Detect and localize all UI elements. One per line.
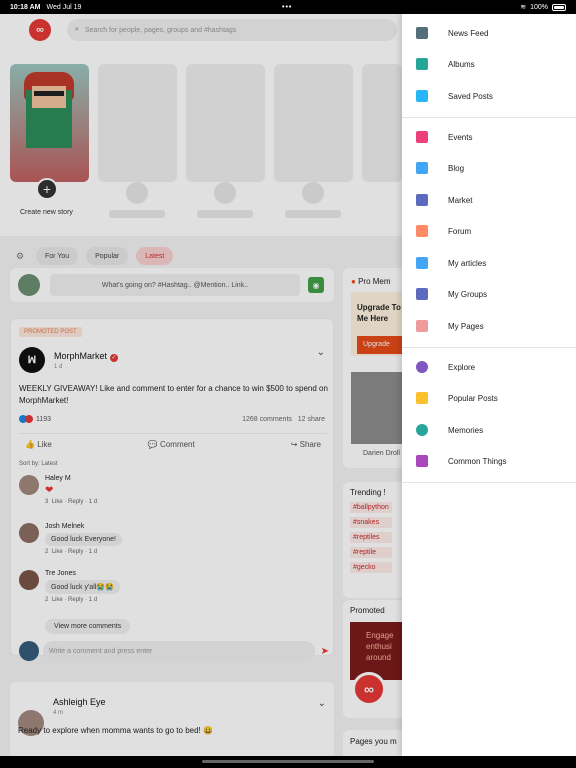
drawer-item-common-things[interactable]: Common Things xyxy=(402,447,576,475)
drawer-item-my-pages[interactable]: My Pages xyxy=(402,312,576,340)
drawer-item-memories[interactable]: Memories xyxy=(402,416,576,444)
drawer-item-label: Memories xyxy=(448,425,484,435)
drawer-item-label: Explore xyxy=(448,362,476,372)
drawer-item-blog[interactable]: Blog xyxy=(402,154,576,182)
popular-icon xyxy=(416,392,428,404)
battery-percent: 100% xyxy=(530,3,548,11)
articles-icon xyxy=(416,257,428,269)
forum-icon xyxy=(416,225,428,237)
battery-icon xyxy=(552,3,566,11)
drawer-overlay[interactable] xyxy=(0,14,402,756)
drawer-item-label: Market xyxy=(448,195,473,205)
status-bar: 10:18 AM Wed Jul 19 ••• ≋ 100% xyxy=(0,0,576,14)
flag-icon xyxy=(416,320,428,332)
drawer-item-events[interactable]: Events xyxy=(402,123,576,151)
wifi-icon: ≋ xyxy=(520,4,527,11)
drawer-item-explore[interactable]: Explore xyxy=(402,353,576,381)
drawer-item-label: Events xyxy=(448,132,473,142)
common-things-icon xyxy=(416,455,428,467)
drawer-item-my-articles[interactable]: My articles xyxy=(402,249,576,277)
drawer-item-forum[interactable]: Forum xyxy=(402,217,576,245)
drawer-item-label: Blog xyxy=(448,163,465,173)
drawer-item-label: Forum xyxy=(448,226,472,236)
side-drawer: News Feed Albums Saved Posts Events Blog… xyxy=(402,14,576,756)
calendar-icon xyxy=(416,131,428,143)
drawer-item-saved-posts[interactable]: Saved Posts xyxy=(402,82,576,110)
multitask-dots-icon[interactable]: ••• xyxy=(282,4,292,11)
app-window: ∞ ⌕ Search for people, pages, groups and… xyxy=(0,14,576,756)
drawer-divider xyxy=(402,117,576,118)
albums-icon xyxy=(416,58,428,70)
drawer-item-label: Popular Posts xyxy=(448,393,498,403)
drawer-item-albums[interactable]: Albums xyxy=(402,50,576,78)
status-time: 10:18 AM xyxy=(10,3,41,11)
drawer-divider xyxy=(402,482,576,483)
drawer-item-label: Albums xyxy=(448,59,475,69)
compass-icon xyxy=(416,361,428,373)
bookmark-icon xyxy=(416,90,428,102)
status-date: Wed Jul 19 xyxy=(46,3,82,11)
drawer-item-popular-posts[interactable]: Popular Posts xyxy=(402,384,576,412)
groups-icon xyxy=(416,288,428,300)
drawer-item-label: My articles xyxy=(448,258,487,268)
drawer-item-my-groups[interactable]: My Groups xyxy=(402,280,576,308)
drawer-item-label: Saved Posts xyxy=(448,91,493,101)
news-feed-icon xyxy=(416,27,428,39)
drawer-item-news-feed[interactable]: News Feed xyxy=(402,19,576,47)
drawer-divider xyxy=(402,347,576,348)
drawer-item-label: My Groups xyxy=(448,289,488,299)
drawer-item-label: News Feed xyxy=(448,28,489,38)
drawer-item-label: My Pages xyxy=(448,321,484,331)
memories-icon xyxy=(416,424,428,436)
blog-icon xyxy=(416,162,428,174)
market-icon xyxy=(416,194,428,206)
home-indicator[interactable] xyxy=(0,756,576,768)
drawer-item-label: Common Things xyxy=(448,456,507,466)
drawer-item-market[interactable]: Market xyxy=(402,186,576,214)
